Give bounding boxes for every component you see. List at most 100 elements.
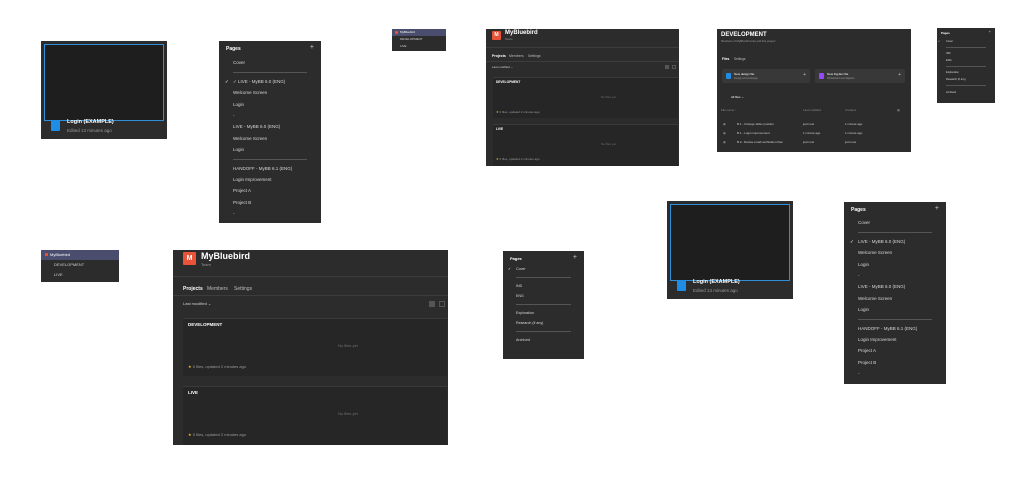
project-title: DEVELOPMENT (496, 80, 521, 84)
team-avatar: M (183, 252, 196, 265)
page-item[interactable]: Project B (844, 357, 946, 368)
page-item[interactable]: ✓ Cover (503, 264, 584, 274)
page-item[interactable]: Login Improvement (219, 174, 321, 185)
page-divider (516, 304, 571, 305)
add-page-icon[interactable]: + (573, 254, 577, 261)
page-item[interactable]: Project A (219, 185, 321, 196)
page-item[interactable]: IND (937, 50, 995, 57)
page-item[interactable]: ENG (503, 291, 584, 301)
page-divider (233, 158, 307, 160)
page-item[interactable]: - (219, 110, 321, 121)
pages-title: Pages (851, 207, 866, 213)
project-card[interactable]: DEVELOPMENT No files yet ★ 0 files, upda… (493, 77, 678, 118)
file-card[interactable]: Login (EXAMPLE) Edited 13 minutes ago (41, 41, 167, 139)
page-item[interactable]: Archived (503, 335, 584, 345)
page-item[interactable]: Cover (844, 217, 946, 228)
tab-projects[interactable]: Projects (183, 286, 203, 292)
page-item[interactable]: ✓ Cover (937, 38, 995, 45)
page-item[interactable]: Welcome Screen (219, 133, 321, 144)
list-view-icon[interactable] (672, 65, 676, 69)
team-dropdown: MyBluebird DEVELOPMENT LIVE (41, 250, 119, 282)
file-thumbnail (670, 204, 790, 281)
star-icon: ★ (496, 157, 499, 161)
tab-members[interactable]: Members (207, 286, 228, 292)
page-item[interactable]: - (219, 208, 321, 219)
page-item[interactable]: Project B (219, 197, 321, 208)
page-divider (858, 231, 932, 233)
page-item[interactable]: Research (if any) (503, 318, 584, 328)
tab-files[interactable]: Files (722, 57, 729, 61)
sort-dropdown[interactable]: Last modified ⌄ (492, 65, 513, 69)
page-item[interactable]: ✓ ✓ LIVE - MyBB 6.0 (ENG) (219, 76, 321, 87)
page-item[interactable]: ENG (937, 57, 995, 64)
new-figjam-file-button[interactable]: New FigJam file Whiteboard and diagram + (815, 69, 905, 83)
page-item[interactable]: - (844, 368, 946, 379)
tab-settings[interactable]: Settings (234, 286, 252, 292)
empty-state: No files yet (338, 343, 358, 348)
page-item[interactable]: - (844, 270, 946, 281)
page-divider (946, 66, 986, 68)
page-item[interactable]: Exploration (937, 69, 995, 76)
project-title: DEVELOPMENT (188, 322, 223, 327)
team-item[interactable]: LIVE (41, 270, 119, 280)
project-card[interactable]: LIVE No files yet ★ 0 files, updated 2 m… (493, 124, 678, 166)
page-item[interactable]: Exploration (503, 308, 584, 318)
grid-view-icon[interactable] (429, 301, 435, 307)
team-item[interactable]: LIVE (392, 43, 446, 50)
file-row[interactable]: ▣ B.1 - Login improvement 1 minute ago 1 mi… (721, 130, 907, 137)
page-item[interactable]: LIVE - MyBB 6.0 (ENG) (219, 121, 321, 132)
pages-title: Pages (510, 256, 522, 261)
empty-state: No files yet (601, 95, 616, 99)
file-row[interactable]: ▣ B.2 - Revise email verification flow jus… (721, 139, 907, 146)
files-header: File name ↑ Last modified Created ▦ (721, 108, 900, 112)
file-edited: Edited 13 minutes ago (67, 128, 112, 133)
team-avatar-icon (395, 30, 398, 34)
files-filter[interactable]: All files ⌄ (721, 94, 907, 101)
project-footer: ★ 0 files, updated 2 minutes ago (496, 157, 540, 161)
team-item[interactable]: DEVELOPMENT (392, 36, 446, 43)
page-item[interactable]: HANDOFF - MyBB 6.1 (ENG) (219, 163, 321, 174)
design-file-icon (726, 73, 731, 79)
page-item[interactable]: Welcome Screen (844, 293, 946, 304)
page-item[interactable]: Login (844, 304, 946, 315)
project-card[interactable]: LIVE No files yet ★ 0 files, updated 2 m… (183, 386, 447, 445)
page-item[interactable]: Login (219, 144, 321, 155)
page-item[interactable]: IND (503, 281, 584, 291)
pages-panel: Pages + Cover ✓ ✓ LIVE - MyBB 6.0 (ENG) Wel… (219, 41, 321, 223)
page-item[interactable]: Login (219, 99, 321, 110)
tab-settings[interactable]: Settings (528, 54, 541, 58)
tab-settings[interactable]: Settings (734, 57, 746, 61)
page-item[interactable]: LIVE - MyBB 6.0 (ENG) (844, 281, 946, 292)
page-item[interactable]: Research (if any) (937, 76, 995, 83)
page-item[interactable]: Cover (219, 57, 321, 68)
team-page: M MyBluebird Team Projects Members Setti… (486, 29, 679, 166)
team-item[interactable]: MyBluebird (392, 29, 446, 36)
page-item[interactable]: HANDOFF - MyBB 6.1 (ENG) (844, 323, 946, 334)
team-item[interactable]: DEVELOPMENT (41, 260, 119, 270)
page-item[interactable]: Login Improvement (844, 334, 946, 345)
page-item[interactable]: ✓ LIVE - MyBB 6.0 (ENG) (844, 236, 946, 247)
page-item[interactable]: Project A (844, 345, 946, 356)
tab-members[interactable]: Members (509, 54, 524, 58)
sort-dropdown[interactable]: Last modified ⌄ (183, 301, 211, 306)
empty-state: No files yet (338, 411, 358, 416)
team-item[interactable]: MyBluebird (41, 250, 119, 260)
grid-view-icon[interactable]: ▦ (897, 108, 900, 112)
new-design-file-button[interactable]: New design file Design and prototype + (722, 69, 810, 83)
add-page-icon[interactable]: + (310, 44, 314, 51)
canvas: Login (EXAMPLE) Edited 13 minutes ago Lo… (0, 0, 1024, 487)
team-name: MyBluebird (201, 251, 251, 261)
page-item[interactable]: Welcome Screen (844, 247, 946, 258)
check-icon: ✓ (850, 239, 854, 245)
project-card[interactable]: DEVELOPMENT No files yet ★ 0 files, upda… (183, 318, 447, 376)
grid-view-icon[interactable] (665, 65, 669, 69)
page-item[interactable]: Archived (937, 89, 995, 96)
add-page-icon[interactable]: + (989, 29, 991, 34)
tab-projects[interactable]: Projects (492, 54, 506, 58)
page-item[interactable]: Welcome Screen (219, 87, 321, 98)
list-view-icon[interactable] (439, 301, 445, 307)
file-row[interactable]: ▣ B.1 - Change slider position just now 1 m… (721, 121, 907, 128)
page-item[interactable]: Login (844, 259, 946, 270)
file-card[interactable]: Login (EXAMPLE) Edited 13 minutes ago (667, 201, 793, 299)
add-page-icon[interactable]: + (935, 205, 939, 212)
